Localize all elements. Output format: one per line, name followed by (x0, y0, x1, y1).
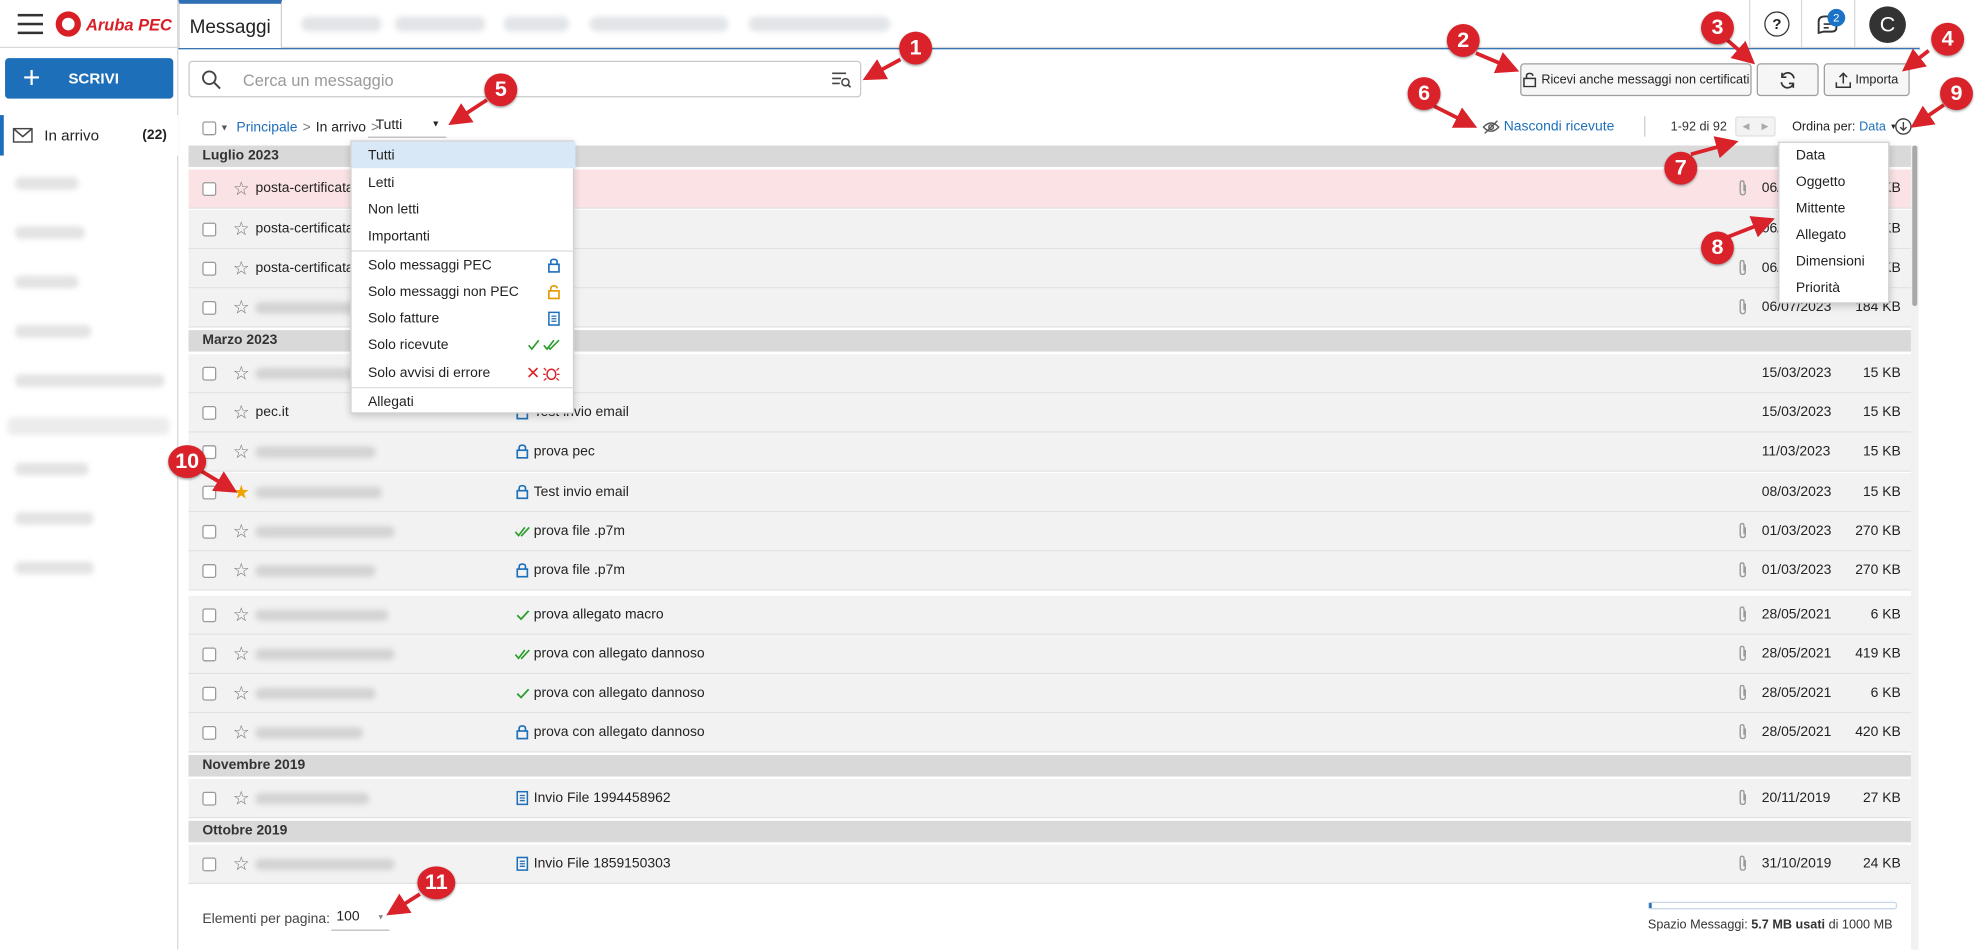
annotation-marker: 6 (1407, 77, 1441, 111)
annotation-marker: 1 (899, 31, 933, 65)
annotation-marker: 11 (417, 866, 456, 900)
annotation-marker: 9 (1940, 77, 1973, 111)
annotation-arrows (195, 37, 1945, 916)
annotation-marker: 7 (1664, 151, 1698, 185)
annotation-marker: 3 (1701, 11, 1734, 45)
annotation-marker: 4 (1931, 22, 1965, 56)
annotation-marker: 8 (1701, 231, 1734, 265)
app-window: Aruba PEC Messaggi ? 2 C + SCRIVI In arr… (0, 0, 1983, 950)
annotation-marker: 5 (484, 73, 518, 107)
annotation-marker: 10 (168, 445, 207, 479)
annotation-marker: 2 (1446, 24, 1480, 57)
